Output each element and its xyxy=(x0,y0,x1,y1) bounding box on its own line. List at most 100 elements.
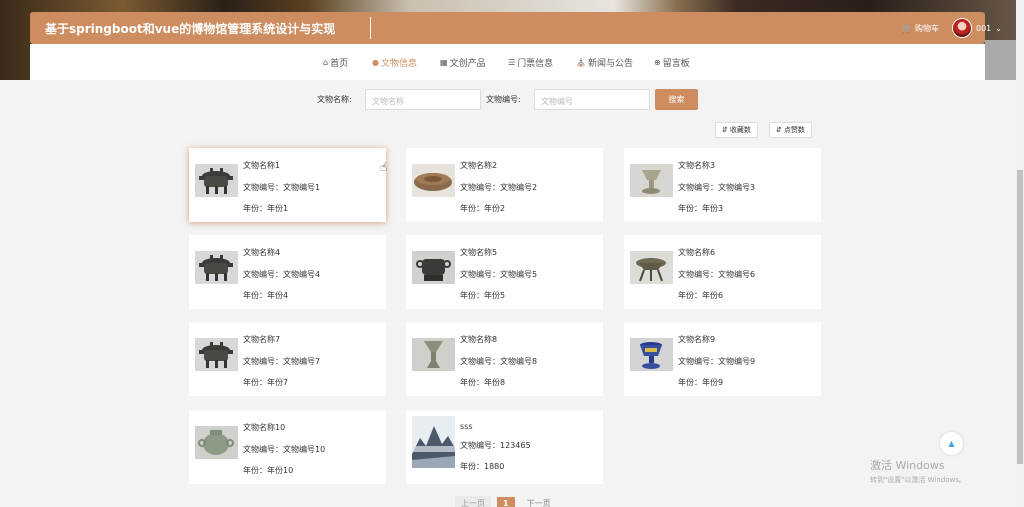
relic-year: 年份：1880 xyxy=(460,462,505,471)
site-title: 基于springboot和vue的博物馆管理系统设计与实现 xyxy=(45,22,336,36)
nav-item-products[interactable]: ▦ 文创产品 xyxy=(440,56,486,69)
relic-thumbnail xyxy=(195,426,238,459)
sort-label: 点赞数 xyxy=(783,126,805,134)
nav-item-tickets[interactable]: ☰ 门票信息 xyxy=(508,56,553,69)
sort-favorites-button[interactable]: ⇵ 收藏数 xyxy=(715,122,758,138)
relic-thumbnail xyxy=(630,164,673,197)
relic-code: 文物编号：123465 xyxy=(460,441,531,450)
cart-icon: 🛒 xyxy=(902,24,912,33)
relic-card[interactable]: 文物名称7 文物编号：文物编号7 年份：年份7 xyxy=(189,322,386,396)
cart-label: 购物车 xyxy=(914,24,939,33)
nav-item-label: 首页 xyxy=(330,59,349,69)
relic-card[interactable]: 文物名称5 文物编号：文物编号5 年份：年份5 xyxy=(406,235,603,309)
relic-name: 文物名称1 xyxy=(243,161,281,170)
relic-thumbnail xyxy=(630,338,673,371)
user-menu[interactable]: 001 ⌄ xyxy=(952,18,1002,38)
relic-code: 文物编号：文物编号9 xyxy=(678,357,756,366)
relic-year: 年份：年份4 xyxy=(243,291,289,300)
relic-name: 文物名称6 xyxy=(678,248,716,257)
relic-card[interactable]: 文物名称3 文物编号：文物编号3 年份：年份3 xyxy=(624,148,821,222)
grid-icon: ▦ xyxy=(440,58,448,67)
relic-card[interactable]: 文物名称9 文物编号：文物编号9 年份：年份9 xyxy=(624,322,821,396)
code-search-input[interactable]: 文物编号 xyxy=(534,89,650,110)
relic-name: 文物名称5 xyxy=(460,248,498,257)
relic-code: 文物编号：文物编号7 xyxy=(243,357,321,366)
relic-thumbnail xyxy=(195,164,238,197)
relic-name: 文物名称2 xyxy=(460,161,498,170)
sort-icon: ⇵ xyxy=(776,126,782,134)
activation-title: 激活 Windows xyxy=(870,459,945,472)
relic-name: 文物名称4 xyxy=(243,248,281,257)
windows-activation-watermark: 激活 Windows 转到"设置"以激活 Windows。 xyxy=(870,457,966,485)
relic-code: 文物编号：文物编号6 xyxy=(678,270,756,279)
relic-card[interactable]: 文物名称1 文物编号：文物编号1 年份：年份1 xyxy=(189,148,386,222)
relic-thumbnail xyxy=(630,251,673,284)
avatar xyxy=(952,18,972,38)
relic-card[interactable]: 文物名称6 文物编号：文物编号6 年份：年份6 xyxy=(624,235,821,309)
relic-card[interactable]: sss 文物编号：123465 年份：1880 xyxy=(406,410,603,484)
home-icon: ⌂ xyxy=(323,58,329,67)
relic-year: 年份：年份7 xyxy=(243,378,289,387)
relic-name: sss xyxy=(460,422,473,431)
relic-year: 年份：年份6 xyxy=(678,291,724,300)
nav-item-label: 新闻与公告 xyxy=(587,59,633,69)
name-label: 文物名称: xyxy=(317,95,352,104)
relic-card[interactable]: 文物名称4 文物编号：文物编号4 年份：年份4 xyxy=(189,235,386,309)
nav-item-home[interactable]: ⌂ 首页 xyxy=(323,56,348,69)
cart-link[interactable]: 🛒 购物车 xyxy=(902,23,939,34)
nav-item-label: 留言板 xyxy=(662,59,690,69)
back-to-top-button[interactable]: ▲ xyxy=(940,432,963,455)
relic-year: 年份：年份10 xyxy=(243,466,294,475)
nav-item-news[interactable]: ⛪ 新闻与公告 xyxy=(576,56,633,69)
code-label: 文物编号: xyxy=(486,95,521,104)
relic-name: 文物名称3 xyxy=(678,161,716,170)
bank-icon: ⛪ xyxy=(576,58,586,67)
prev-page-button[interactable]: 上一页 xyxy=(455,496,491,507)
relic-year: 年份：年份9 xyxy=(678,378,724,387)
current-page[interactable]: 1 xyxy=(497,497,515,507)
next-page-button[interactable]: 下一页 xyxy=(521,496,557,507)
scroll-thumb[interactable] xyxy=(1017,170,1023,464)
relic-name: 文物名称9 xyxy=(678,335,716,344)
relic-year: 年份：年份5 xyxy=(460,291,506,300)
scrollbar[interactable] xyxy=(1016,0,1024,507)
relic-code: 文物编号：文物编号8 xyxy=(460,357,538,366)
relic-year: 年份：年份1 xyxy=(243,204,289,213)
plus-circle-icon: ⊕ xyxy=(654,58,661,67)
title-cursor xyxy=(370,17,371,39)
chevron-down-icon: ⌄ xyxy=(995,23,1002,33)
pagination: 上一页 1 下一页 xyxy=(455,496,557,507)
relic-code: 文物编号：文物编号3 xyxy=(678,183,756,192)
sort-likes-button[interactable]: ⇵ 点赞数 xyxy=(769,122,812,138)
name-search-input[interactable]: 文物名称 xyxy=(365,89,481,110)
relic-code: 文物编号：文物编号2 xyxy=(460,183,538,192)
main-nav: ⌂ 首页 ● 文物信息 ▦ 文创产品 ☰ 门票信息 ⛪ 新闻与公告 ⊕ 留言板 xyxy=(30,44,985,80)
relic-code: 文物编号：文物编号1 xyxy=(243,183,321,192)
top-header: 基于springboot和vue的博物馆管理系统设计与实现 🛒 购物车 001 … xyxy=(30,12,1002,44)
relic-card[interactable]: 文物名称2 文物编号：文物编号2 年份：年份2 xyxy=(406,148,603,222)
relic-card[interactable]: 文物名称8 文物编号：文物编号8 年份：年份8 xyxy=(406,322,603,396)
relic-code: 文物编号：文物编号10 xyxy=(243,445,326,454)
search-button[interactable]: 搜索 xyxy=(655,89,698,110)
nav-item-messages[interactable]: ⊕ 留言板 xyxy=(654,56,690,69)
relic-name: 文物名称8 xyxy=(460,335,498,344)
hand-cursor-icon: ☝ xyxy=(380,160,388,174)
relic-year: 年份：年份2 xyxy=(460,204,506,213)
nav-item-label: 文物信息 xyxy=(380,59,417,69)
search-bar: 文物名称: 文物名称 文物编号: 文物编号 搜索 xyxy=(0,89,1024,111)
sort-label: 收藏数 xyxy=(729,126,751,134)
nav-item-label: 门票信息 xyxy=(517,59,554,69)
relic-name: 文物名称7 xyxy=(243,335,281,344)
sort-icon: ⇵ xyxy=(722,126,728,134)
relic-card[interactable]: 文物名称10 文物编号：文物编号10 年份：年份10 xyxy=(189,410,386,484)
user-name: 001 xyxy=(976,23,992,33)
relic-thumbnail xyxy=(195,251,238,284)
relic-year: 年份：年份8 xyxy=(460,378,506,387)
list-icon: ☰ xyxy=(508,58,516,67)
nav-item-relics[interactable]: ● 文物信息 xyxy=(372,56,417,69)
relic-thumbnail xyxy=(412,338,455,371)
relic-thumbnail xyxy=(412,164,455,197)
activation-hint: 转到"设置"以激活 Windows。 xyxy=(870,476,966,484)
relic-thumbnail xyxy=(195,338,238,371)
arrow-up-icon: ▲ xyxy=(948,439,955,448)
